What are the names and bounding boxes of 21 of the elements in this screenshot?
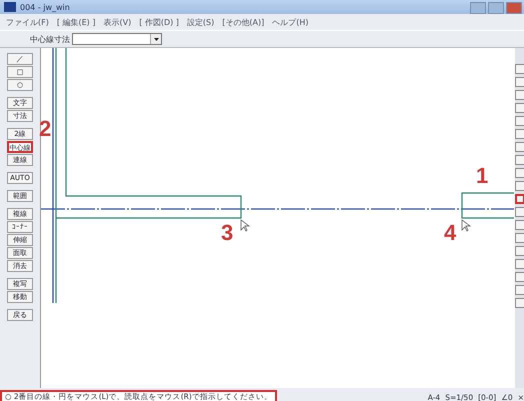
menu-item[interactable]: 設定(S) xyxy=(186,16,214,28)
cursor-icon xyxy=(240,219,250,232)
caret-icon xyxy=(154,38,158,40)
step-number: 4 xyxy=(444,220,456,246)
cursor-icon xyxy=(462,219,472,232)
menu-item[interactable]: [その他(A)] xyxy=(222,16,264,28)
menu-item[interactable]: ファイル(F) xyxy=(6,16,49,28)
dimension-dropdown[interactable] xyxy=(72,33,162,45)
step-number: 3 xyxy=(221,220,234,246)
field-label: 中心線寸法 xyxy=(30,34,70,44)
step-number: 2 xyxy=(39,116,52,142)
menu-item[interactable]: 表示(V) xyxy=(103,16,132,28)
step-number: 1 xyxy=(476,163,488,189)
menu-item[interactable]: [ 編集(E) ] xyxy=(56,16,96,28)
minimize-button[interactable] xyxy=(470,2,486,14)
window-title: 004 - jw_win xyxy=(20,2,70,12)
maximize-button[interactable] xyxy=(488,2,504,14)
app-icon xyxy=(4,2,16,12)
menu-item[interactable]: [ 作図(D) ] xyxy=(139,16,179,28)
drawing-canvas[interactable]: 1 2 3 4 xyxy=(40,48,515,388)
menu-item[interactable]: ヘルプ(H) xyxy=(272,16,308,28)
